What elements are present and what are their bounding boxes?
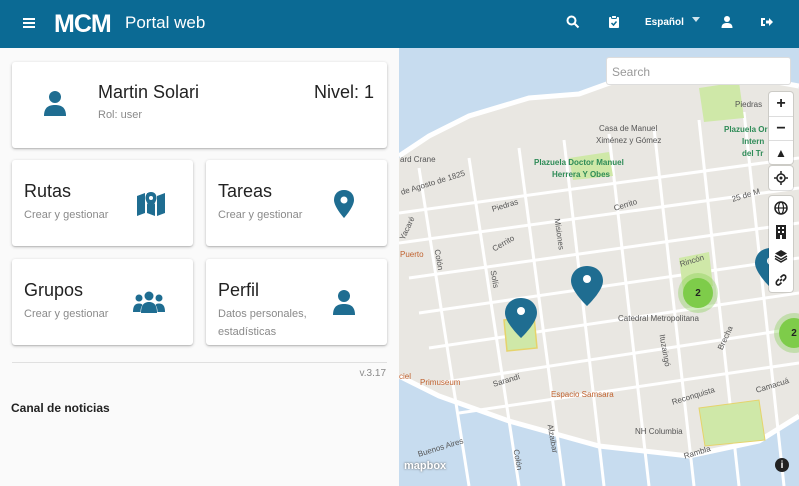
place-label: ard Crane [400, 155, 436, 164]
marker-cluster[interactable]: 2 [683, 278, 713, 308]
info-icon[interactable]: i [775, 458, 789, 472]
top-bar: MCM Portal web Español [0, 0, 799, 48]
place-label: Primuseum [420, 378, 461, 387]
compass-icon[interactable]: ▲ [769, 140, 793, 164]
search-icon[interactable] [566, 15, 584, 33]
zoom-in-button[interactable]: + [769, 92, 793, 116]
profile-card[interactable]: Perfil Datos personales, estadísticas [206, 259, 387, 345]
place-label: Catedral Metropolitana [618, 314, 699, 323]
locate-icon [769, 166, 793, 190]
globe-icon[interactable] [769, 196, 793, 220]
link-icon[interactable] [769, 268, 793, 292]
user-role: Rol: user [98, 109, 143, 121]
place-label: Casa de Manuel [599, 124, 658, 133]
place-label: Ximénez y Gómez [596, 136, 662, 145]
person-icon [333, 289, 365, 321]
place-label: Plazuela Or [724, 125, 768, 134]
profile-subtitle: Datos personales, estadísticas [218, 308, 307, 338]
place-label: Intern [742, 137, 765, 146]
routes-subtitle: Crear y gestionar [24, 209, 109, 221]
groups-title: Grupos [24, 280, 84, 300]
group-icon [133, 291, 165, 323]
language-select[interactable]: Español [645, 17, 684, 28]
groups-subtitle: Crear y gestionar [24, 308, 109, 320]
routes-card[interactable]: Rutas Crear y gestionar [12, 160, 193, 246]
dashboard-panel: Martin Solari Rol: user Nivel: 1 Rutas C… [0, 48, 399, 486]
map-icon [136, 190, 168, 222]
layer-controls [769, 196, 793, 292]
app-title: Portal web [125, 13, 206, 32]
place-label: Plazuela Doctor Manuel [534, 158, 624, 167]
map-marker[interactable] [571, 266, 603, 306]
layers-icon[interactable] [769, 244, 793, 268]
location-pin-icon [334, 190, 366, 222]
app-logo[interactable]: MCM [54, 8, 112, 40]
zoom-control: + − ▲ [769, 92, 793, 164]
user-name: Martin Solari [98, 82, 200, 102]
news-title: Canal de noticias [11, 401, 110, 415]
tasks-title: Tareas [218, 181, 273, 201]
logout-icon[interactable] [760, 15, 778, 33]
profile-title: Perfil [218, 280, 260, 300]
avatar [44, 90, 66, 118]
place-label: del Tr [742, 149, 764, 158]
clipboard-icon[interactable] [607, 15, 625, 33]
groups-card[interactable]: Grupos Crear y gestionar [12, 259, 193, 345]
geolocate-button[interactable] [769, 166, 793, 190]
map-view[interactable]: 2 2 [399, 48, 799, 486]
street-label: Piedras [735, 100, 763, 109]
chevron-down-icon[interactable] [692, 17, 700, 22]
menu-icon[interactable] [22, 14, 42, 34]
user-icon[interactable] [720, 15, 738, 33]
place-label: Espacio Samsara [551, 390, 614, 399]
place-label: ciel [399, 372, 412, 381]
user-level: Nivel: 1 [313, 82, 374, 102]
app-version: v.3.17 [359, 368, 387, 379]
mapbox-logo[interactable]: mapbox [404, 460, 446, 472]
tasks-card[interactable]: Tareas Crear y gestionar [206, 160, 387, 246]
divider [12, 362, 387, 363]
place-label: Herrera Y Obes [552, 170, 610, 179]
building-icon[interactable] [769, 220, 793, 244]
zoom-out-button[interactable]: − [769, 116, 793, 140]
map-canvas[interactable] [399, 48, 799, 486]
routes-title: Rutas [24, 181, 72, 201]
tasks-subtitle: Crear y gestionar [218, 209, 303, 221]
map-search-input[interactable]: Search [606, 57, 791, 85]
user-card: Martin Solari Rol: user Nivel: 1 [12, 62, 387, 148]
place-label: NH Columbia [635, 427, 683, 436]
place-label: Puerto [400, 250, 424, 259]
